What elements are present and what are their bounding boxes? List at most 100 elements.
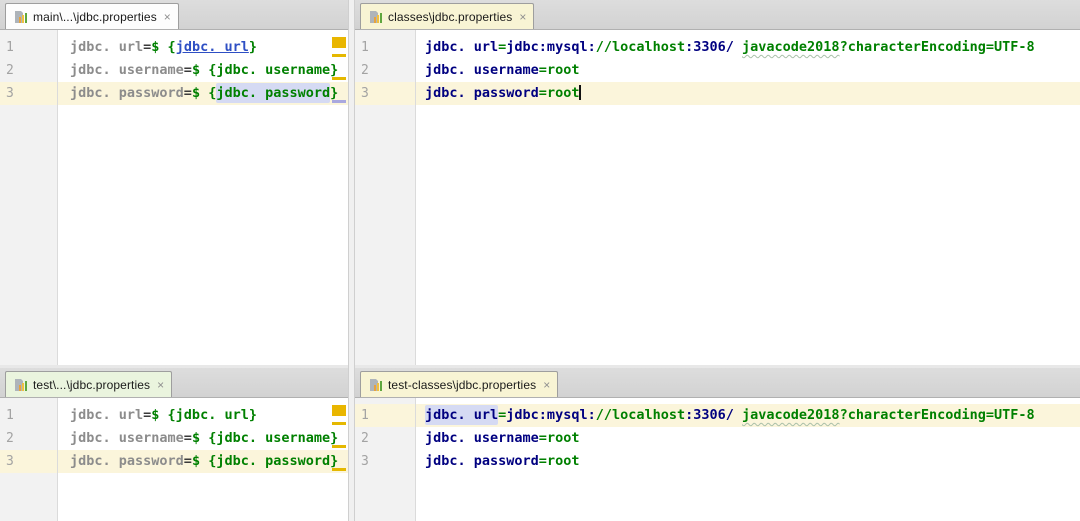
code-segment-eq: =: [183, 85, 192, 101]
code-line[interactable]: 3 jdbc. password=$ {jdbc. password}: [0, 450, 348, 473]
line-number: 3: [6, 86, 14, 101]
code-segment-eqg: =: [538, 62, 547, 78]
line-number: 2: [361, 63, 369, 78]
code-segment-val: $ {jdbc. username}: [191, 62, 339, 78]
code-segment-eqg: =: [538, 85, 547, 101]
properties-file-icon: [15, 378, 27, 391]
tab-label: test\...\jdbc.properties: [33, 377, 151, 392]
line-number: 1: [6, 408, 14, 423]
properties-file-icon: [370, 10, 382, 23]
tab-close-icon[interactable]: ×: [517, 11, 526, 23]
code-segment-val: root: [546, 85, 580, 101]
code-segment-key: jdbc. username: [70, 62, 184, 78]
gutter-divider: [57, 398, 58, 521]
tab-test-classes-jdbc-properties[interactable]: test-classes\jdbc.properties ×: [360, 371, 559, 397]
code-segment-key: jdbc. username: [70, 430, 184, 446]
code-segment-val: }: [248, 39, 257, 55]
code-segment-eq: =: [183, 430, 192, 446]
gutter-divider: [57, 30, 58, 365]
code-text: jdbc. url=$ {jdbc. url}: [57, 404, 257, 427]
code-segment-keyb: jdbc. url: [425, 39, 499, 55]
code-text: jdbc. username=$ {jdbc. username}: [57, 59, 338, 82]
horizontal-splitter[interactable]: [0, 365, 1080, 368]
code-segment-wavy: javacode2018: [742, 39, 840, 55]
editor-pane-classes-output: classes\jdbc.properties × 1 jdbc. url=jdb…: [355, 0, 1080, 365]
code-line[interactable]: 3 jdbc. password=root: [355, 450, 1080, 473]
code-segment-eqg: =: [538, 430, 547, 446]
code-text: jdbc. password=$ {jdbc. password}: [57, 450, 338, 473]
tab-bar-bottom-left: test\...\jdbc.properties ×: [0, 368, 348, 398]
code-segment-val: root: [546, 453, 580, 469]
code-line[interactable]: 2 jdbc. username=$ {jdbc. username}: [0, 59, 348, 82]
code-segment-keyb: jdbc. password: [425, 453, 539, 469]
editor-content-test-source[interactable]: 1 jdbc. url=$ {jdbc. url} 2 jdbc. username=…: [0, 398, 348, 521]
code-segment-val: //localhost: [595, 407, 686, 423]
gutter-divider: [415, 398, 416, 521]
code-text: jdbc. username=root: [415, 59, 579, 82]
code-segment-val: $ {jdbc. password}: [191, 453, 339, 469]
error-stripe-dash-mark[interactable]: [332, 422, 346, 425]
gutter-divider: [415, 30, 416, 365]
code-text: jdbc. url=jdbc:mysql://localhost:3306/ j…: [415, 36, 1035, 59]
tab-label: main\...\jdbc.properties: [33, 9, 157, 24]
tab-close-icon[interactable]: ×: [155, 379, 164, 391]
line-number: 1: [361, 408, 369, 423]
code-segment-keybhl: jdbc. url: [425, 405, 499, 425]
code-text: jdbc. password=root: [415, 450, 579, 473]
error-stripe-square-mark[interactable]: [332, 37, 346, 48]
code-line[interactable]: 2 jdbc. username=root: [355, 59, 1080, 82]
code-segment-val: root: [546, 430, 580, 446]
code-line[interactable]: 2 jdbc. username=$ {jdbc. username}: [0, 427, 348, 450]
code-segment-val: $ {: [151, 39, 176, 55]
editor-pane-test-source: test\...\jdbc.properties × 1 jdbc. url=$ …: [0, 368, 348, 521]
code-segment-val: ?characterEncoding=UTF-8: [839, 39, 1035, 55]
tab-close-icon[interactable]: ×: [541, 379, 550, 391]
code-segment-eqg: =: [538, 453, 547, 469]
code-segment-key: jdbc. url: [70, 407, 144, 423]
vertical-splitter[interactable]: [348, 0, 355, 521]
tab-classes-jdbc-properties[interactable]: classes\jdbc.properties ×: [360, 3, 535, 29]
code-segment-val: $ {jdbc. username}: [191, 430, 339, 446]
error-stripe-dash-mark[interactable]: [332, 100, 346, 103]
code-segment-keyb: jdbc. username: [425, 62, 539, 78]
line-number: 2: [361, 431, 369, 446]
line-number: 3: [361, 454, 369, 469]
tab-close-icon[interactable]: ×: [162, 11, 171, 23]
line-number: 3: [6, 454, 14, 469]
code-line[interactable]: 1 jdbc. url=jdbc:mysql://localhost:3306/ …: [355, 404, 1080, 427]
properties-file-icon: [370, 378, 382, 391]
code-text: jdbc. url=$ {jdbc. url}: [57, 36, 257, 59]
code-segment-keyb: jdbc. username: [425, 430, 539, 446]
code-line[interactable]: 1 jdbc. url=jdbc:mysql://localhost:3306/ …: [355, 36, 1080, 59]
error-stripe-dash-mark[interactable]: [332, 77, 346, 80]
line-number: 2: [6, 431, 14, 446]
tab-main-jdbc-properties[interactable]: main\...\jdbc.properties ×: [5, 3, 179, 29]
error-stripe-dash-mark[interactable]: [332, 54, 346, 57]
code-line[interactable]: 3 jdbc. password=root: [355, 82, 1080, 105]
error-stripe-dash-mark[interactable]: [332, 468, 346, 471]
code-segment-navy: :3306/: [685, 39, 743, 55]
code-segment-val: $ {jdbc. url}: [151, 407, 257, 423]
editor-content-test-classes-output[interactable]: 1 jdbc. url=jdbc:mysql://localhost:3306/ …: [355, 398, 1080, 521]
code-segment-valhl: jdbc. password: [216, 83, 331, 103]
ide-editor-split-view: main\...\jdbc.properties × 1 jdbc. url=$ …: [0, 0, 1080, 521]
error-stripe-square-mark[interactable]: [332, 405, 346, 416]
code-line[interactable]: 3 jdbc. password=$ {jdbc. password}: [0, 82, 348, 105]
editor-content-main-source[interactable]: 1 jdbc. url=$ {jdbc. url} 2 jdbc. username=…: [0, 30, 348, 365]
editor-pane-main-source: main\...\jdbc.properties × 1 jdbc. url=$ …: [0, 0, 348, 365]
editor-content-classes-output[interactable]: 1 jdbc. url=jdbc:mysql://localhost:3306/ …: [355, 30, 1080, 365]
code-segment-wavy: javacode2018: [742, 407, 840, 423]
code-segment-key: jdbc. password: [70, 85, 184, 101]
error-stripe-dash-mark[interactable]: [332, 445, 346, 448]
tab-bar-top-left: main\...\jdbc.properties ×: [0, 0, 348, 30]
line-number: 1: [6, 40, 14, 55]
code-line[interactable]: 2 jdbc. username=root: [355, 427, 1080, 450]
code-line[interactable]: 1 jdbc. url=$ {jdbc. url}: [0, 404, 348, 427]
code-segment-eq: =: [183, 62, 192, 78]
code-line[interactable]: 1 jdbc. url=$ {jdbc. url}: [0, 36, 348, 59]
code-text: jdbc. username=root: [415, 427, 579, 450]
code-segment-eq: =: [183, 453, 192, 469]
tab-label: classes\jdbc.properties: [388, 9, 513, 24]
tab-test-jdbc-properties[interactable]: test\...\jdbc.properties ×: [5, 371, 173, 397]
code-segment-val: root: [546, 62, 580, 78]
